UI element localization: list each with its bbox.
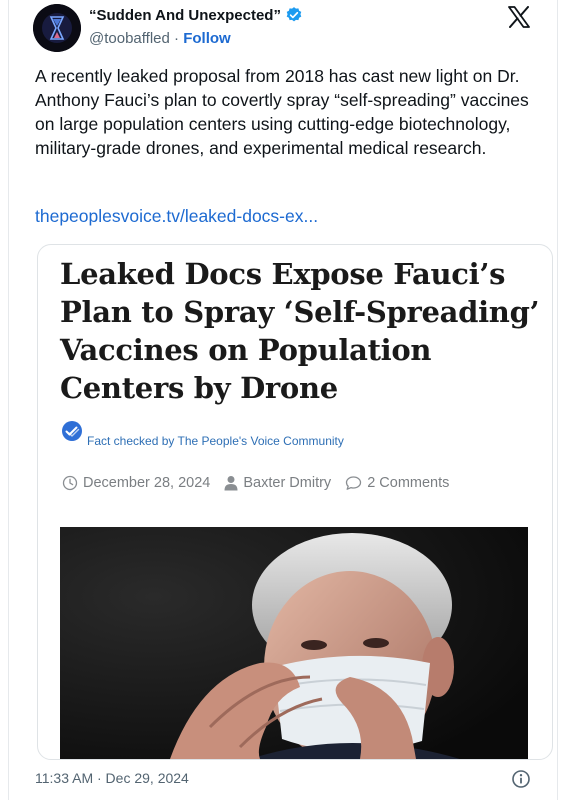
factcheck-row: Fact checked by The People's Voice Commu… [60,419,344,448]
article-photo [60,527,528,759]
article-author-text[interactable]: Baxter Dmitry [243,475,331,491]
factcheck-checkmark-icon [60,419,84,448]
display-name[interactable]: “Sudden And Unexpected” [89,6,303,24]
article-meta: December 28, 2024 Baxter Dmitry 2 Commen… [62,475,463,491]
tweet-timestamp[interactable]: 11:33 AM · Dec 29, 2024 [35,770,189,786]
article-comments[interactable]: 2 Comments [345,475,449,491]
display-name-text[interactable]: “Sudden And Unexpected” [89,7,281,24]
info-icon[interactable] [511,769,531,794]
article-author[interactable]: Baxter Dmitry [224,475,331,491]
avatar[interactable] [33,4,81,52]
separator: · [169,30,184,47]
article-headline: Leaked Docs Expose Fauci’s Plan to Spray… [60,257,540,405]
x-logo-icon[interactable] [507,6,531,33]
user-icon [224,476,238,491]
follow-button[interactable]: Follow [183,30,231,47]
article-date-text: December 28, 2024 [83,475,211,491]
factcheck-text: Fact checked by The People's Voice Commu… [87,433,344,448]
tweet-text: A recently leaked proposal from 2018 has… [35,66,529,158]
tweet-link[interactable]: thepeoplesvoice.tv/leaked-docs-ex... [35,206,318,227]
tweet-card: “Sudden And Unexpected” @toobaffled · Fo… [8,0,558,800]
verified-badge-icon [285,6,303,24]
handle[interactable]: @toobaffled [89,30,170,47]
article-date: December 28, 2024 [62,475,210,491]
article-comments-text[interactable]: 2 Comments [367,475,449,491]
handle-row: @toobaffled · Follow [89,30,231,47]
link-preview-card[interactable]: Leaked Docs Expose Fauci’s Plan to Spray… [37,244,553,760]
comment-bubble-icon [346,476,362,490]
clock-icon [62,475,78,491]
hourglass-avatar-image [33,4,81,52]
article-photo-image [60,527,528,759]
